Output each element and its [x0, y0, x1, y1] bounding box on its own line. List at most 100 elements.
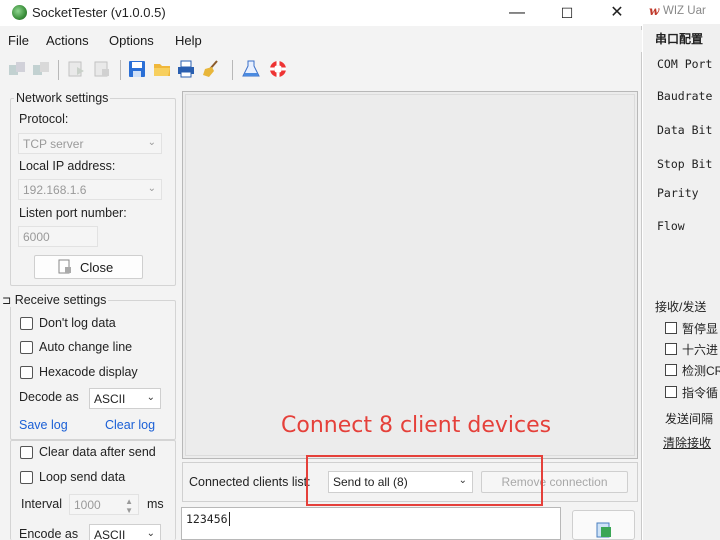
wiz-window-title: WIZ Uar	[663, 5, 706, 17]
save-log-link[interactable]: Save log	[19, 418, 68, 432]
window-title: SocketTester (v1.0.0.5)	[32, 5, 166, 20]
sockettester-window: SocketTester (v1.0.0.5) — ☐ ✕ File Actio…	[0, 0, 642, 540]
detect-cr-label: 检测CR	[682, 364, 720, 378]
encode-select[interactable]: ASCII ⌄	[89, 524, 161, 540]
chevron-down-icon: ⌄	[146, 528, 155, 539]
decode-value: ASCII	[94, 392, 126, 406]
wiz-uart-window: w WIZ Uar 串口配置 COM Port Baudrate Data Bi…	[643, 0, 720, 540]
toolbar	[0, 56, 642, 84]
interval-value: 1000	[74, 498, 101, 512]
pin-icon: ⊐	[2, 295, 12, 307]
document-icon	[58, 259, 71, 274]
stepper-arrows-icon[interactable]: ▲ ▼	[125, 497, 133, 515]
command-loop-label: 指令循	[682, 386, 719, 400]
chevron-down-icon: ⌄	[147, 137, 156, 148]
encode-label: Encode as	[19, 527, 79, 540]
local-ip-label: Local IP address:	[19, 159, 116, 173]
auto-change-line-checkbox[interactable]	[20, 341, 33, 354]
listen-port-input[interactable]: 6000	[18, 226, 98, 247]
flow-label: Flow	[657, 219, 685, 233]
save-icon[interactable]	[127, 59, 147, 79]
receive-settings-label: Receive settings	[14, 293, 107, 307]
send-icon	[596, 522, 611, 538]
network-settings-title: Network settings	[14, 91, 111, 105]
pause-display-checkbox[interactable]	[665, 322, 677, 334]
menu-options[interactable]: Options	[109, 33, 154, 48]
hex-checkbox[interactable]	[665, 343, 677, 355]
menu-file[interactable]: File	[8, 33, 29, 48]
send-interval-label: 发送间隔	[665, 412, 714, 426]
chevron-down-icon: ⌄	[147, 183, 156, 194]
protocol-value: TCP server	[23, 137, 84, 151]
open-folder-icon[interactable]	[152, 59, 172, 79]
data-bit-label: Data Bit	[657, 123, 713, 137]
minimize-button[interactable]: —	[497, 2, 537, 24]
menu-bar: File Actions Options Help	[0, 30, 642, 52]
menu-help[interactable]: Help	[175, 33, 202, 48]
received-data-inner	[185, 94, 635, 456]
hexacode-display-label: Hexacode display	[39, 365, 138, 379]
clear-broom-icon[interactable]	[201, 59, 221, 79]
app-icon	[12, 5, 27, 20]
encode-value: ASCII	[94, 528, 126, 540]
loop-send-checkbox[interactable]	[20, 471, 33, 484]
stop-bit-label: Stop Bit	[657, 157, 713, 171]
wiz-title-bar: w WIZ Uar	[643, 0, 720, 24]
stop-icon[interactable]	[92, 59, 112, 79]
connect-icon[interactable]	[7, 59, 27, 79]
decode-select[interactable]: ASCII ⌄	[89, 388, 161, 409]
toolbar-separator	[232, 60, 233, 80]
interval-stepper[interactable]: 1000 ▲ ▼	[69, 494, 139, 515]
loop-send-label: Loop send data	[39, 470, 126, 484]
hex-label: 十六进	[682, 343, 719, 357]
receive-settings-title: ⊐ Receive settings	[0, 293, 109, 307]
menu-actions[interactable]: Actions	[46, 33, 89, 48]
command-loop-checkbox[interactable]	[665, 386, 677, 398]
clear-log-link[interactable]: Clear log	[105, 418, 155, 432]
decode-label: Decode as	[19, 390, 79, 404]
local-ip-value: 192.168.1.6	[23, 183, 87, 197]
serial-config-title: 串口配置	[655, 32, 704, 46]
disconnect-icon[interactable]	[31, 59, 51, 79]
toolbar-separator	[120, 60, 121, 80]
wiz-logo-icon: w	[649, 4, 660, 18]
auto-change-line-label: Auto change line	[39, 340, 133, 354]
close-connection-button[interactable]: Close	[34, 255, 143, 279]
toolbar-separator	[58, 60, 59, 80]
close-window-button[interactable]: ✕	[597, 2, 637, 24]
send-button[interactable]	[572, 510, 635, 540]
clear-after-send-checkbox[interactable]	[20, 446, 33, 459]
annotation-highlight-box	[306, 455, 543, 506]
clear-after-send-label: Clear data after send	[39, 445, 156, 459]
clear-receive-link[interactable]: 清除接收	[663, 434, 711, 451]
chevron-down-icon: ⌄	[146, 392, 155, 403]
rx-tx-title: 接收/发送	[655, 300, 707, 314]
detect-cr-checkbox[interactable]	[665, 364, 677, 376]
maximize-button[interactable]: ☐	[547, 2, 587, 24]
print-icon[interactable]	[176, 59, 196, 79]
interval-label: Interval	[21, 497, 62, 511]
dont-log-label: Don't log data	[39, 316, 116, 330]
start-icon[interactable]	[66, 59, 86, 79]
interval-unit: ms	[147, 497, 164, 511]
received-data-area[interactable]	[182, 91, 638, 459]
text-caret	[228, 512, 230, 526]
send-data-value: 123456	[186, 512, 228, 526]
hexacode-display-checkbox[interactable]	[20, 366, 33, 379]
title-bar: SocketTester (v1.0.0.5) — ☐ ✕	[0, 0, 642, 26]
listen-port-label: Listen port number:	[19, 206, 127, 220]
protocol-label: Protocol:	[19, 112, 69, 126]
help-lifebuoy-icon[interactable]	[268, 59, 288, 79]
flask-icon[interactable]	[241, 59, 261, 79]
baudrate-label: Baudrate	[657, 89, 713, 103]
local-ip-select[interactable]: 192.168.1.6 ⌄	[18, 179, 162, 200]
send-data-input[interactable]: 123456	[181, 507, 561, 540]
dont-log-checkbox[interactable]	[20, 317, 33, 330]
connected-clients-label: Connected clients list:	[189, 475, 311, 489]
protocol-select[interactable]: TCP server ⌄	[18, 133, 162, 154]
annotation-text: Connect 8 client devices	[281, 413, 552, 438]
close-button-label: Close	[80, 260, 114, 275]
com-port-label: COM Port	[657, 57, 713, 71]
parity-label: Parity	[657, 186, 699, 200]
pause-display-label: 暂停显	[682, 322, 719, 336]
